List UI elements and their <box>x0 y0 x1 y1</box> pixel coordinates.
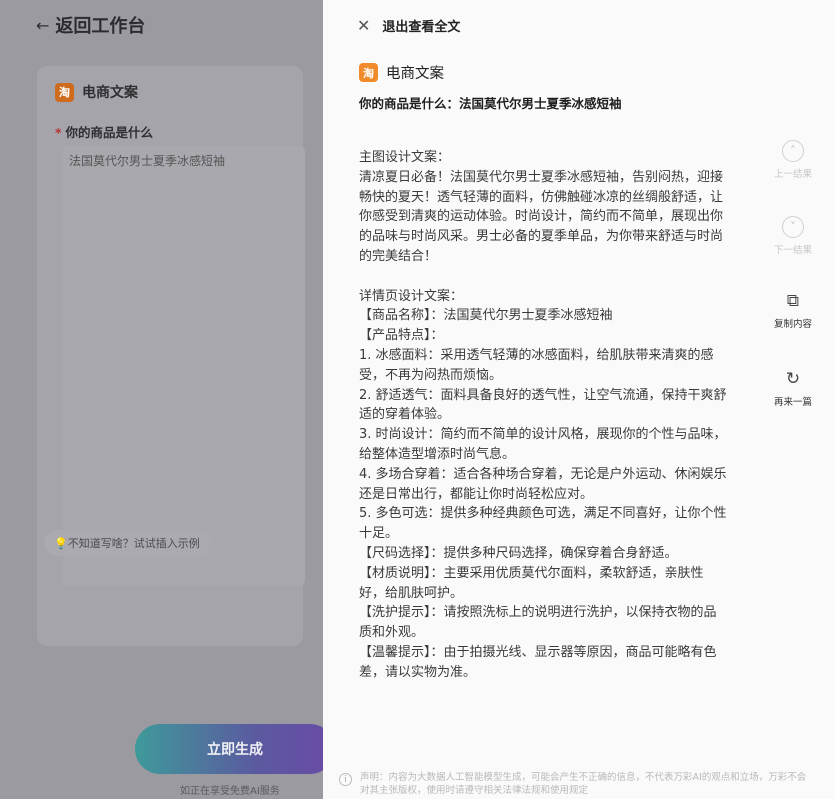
card-header: 淘 电商文案 <box>55 82 138 102</box>
copy-paragraph: 主图设计文案： <box>359 150 451 165</box>
copy-paragraph: 5. 多色可选：提供多种经典颜色可选，满足不同喜好，让你个性十足。 <box>359 506 727 542</box>
chevron-up-icon: ˄ <box>782 140 804 162</box>
form-card: 淘 电商文案 * 你的商品是什么 法国莫代尔男士夏季冰感短袖 <box>37 66 305 646</box>
exit-full-text-label: 退出查看全文 <box>382 20 461 35</box>
arrow-left-icon: ← <box>36 15 50 35</box>
back-to-workbench-button[interactable]: ← 返回工作台 <box>36 12 145 38</box>
card-title: 电商文案 <box>82 85 138 101</box>
back-label: 返回工作台 <box>55 16 146 37</box>
copy-paragraph: 【尺码选择】：提供多种尺码选择，确保穿着合身舒适。 <box>359 545 678 561</box>
disclaimer: i 声明：内容为大数据人工智能模型生成，可能会产生不正确的信息，不代表万彩AI的… <box>339 771 809 797</box>
generated-copy: 主图设计文案： 清凉夏日必备！法国莫代尔男士夏季冰感短袖，告别闷热，迎接畅快的夏天… <box>359 148 729 683</box>
next-result-button[interactable]: ˅ 下一结果 <box>763 216 823 256</box>
chevron-down-icon: ˅ <box>782 216 804 238</box>
copy-paragraph: 【材质说明】：主要采用优质莫代尔面料，柔软舒适，亲肤性好，给肌肤呵护。 <box>359 565 704 601</box>
exit-full-text-button[interactable]: ✕ 退出查看全文 <box>357 16 460 35</box>
copy-paragraph: 【洗护提示】：请按照洗标上的说明进行洗护，以保持衣物的品质和外观。 <box>359 605 717 641</box>
copy-paragraph: 4. 多场合穿着：适合各种场合穿着，无论是户外运动、休闲娱乐还是日常出行，都能让… <box>359 466 727 502</box>
generate-subtext: 如正在享受免费AI服务 <box>180 786 280 797</box>
panel-title: 电商文案 <box>386 66 444 82</box>
previous-result-button[interactable]: ˄ 上一结果 <box>763 140 823 180</box>
workspace-background: ← 返回工作台 淘 电商文案 * 你的商品是什么 法国莫代尔男士夏季冰感短袖 💡不… <box>0 0 323 799</box>
product-input-value: 法国莫代尔男士夏季冰感短袖 <box>69 154 226 168</box>
copy-paragraph: 【温馨提示】：由于拍摄光线、显示器等原因，商品可能略有色差，请以实物为准。 <box>359 644 717 680</box>
copy-paragraph: 详情页设计文案： <box>359 288 464 304</box>
copy-content-button[interactable]: ⧉ 复制内容 <box>763 290 823 330</box>
copy-paragraph: 1. 冰感面料：采用透气轻薄的冰感面料，给肌肤带来清爽的感受，不再为闷热而烦恼。 <box>359 347 714 383</box>
product-field-label: * 你的商品是什么 <box>55 125 154 140</box>
close-icon[interactable]: ✕ <box>357 17 370 34</box>
copy-content-label: 复制内容 <box>773 319 812 330</box>
product-input[interactable]: 法国莫代尔男士夏季冰感短袖 <box>63 146 305 586</box>
next-result-label: 下一结果 <box>773 245 812 256</box>
copy-paragraph: 【产品特点】： <box>359 328 444 344</box>
regenerate-label: 再来一篇 <box>773 397 812 408</box>
copy-paragraph: 清凉夏日必备！法国莫代尔男士夏季冰感短袖，告别闷热，迎接畅快的夏天！透气轻薄的面… <box>359 169 724 264</box>
panel-header: 淘 电商文案 <box>359 62 444 83</box>
copy-icon: ⧉ <box>786 291 800 311</box>
info-icon: i <box>339 773 352 786</box>
copy-paragraph: 3. 时尚设计：简约而不简单的设计风格，展现你的个性与品味，给整体造型增添时尚气… <box>359 427 727 462</box>
taobao-logo-icon: 淘 <box>359 63 378 82</box>
required-marker: * <box>55 125 62 140</box>
product-question: 你的商品是什么：法国莫代尔男士夏季冰感短袖 <box>359 96 622 111</box>
insert-example-hint[interactable]: 💡不知道写啥？试试插入示例 <box>44 530 210 556</box>
regenerate-button[interactable]: ↻ 再来一篇 <box>763 368 823 408</box>
copy-paragraph: 【商品名称】：法国莫代尔男士夏季冰感短袖 <box>359 308 613 324</box>
disclaimer-text: 声明：内容为大数据人工智能模型生成，可能会产生不正确的信息，不代表万彩AI的观点… <box>360 772 807 796</box>
copy-paragraph: 2. 舒适透气：面料具备良好的透气性，让空气流通，保持干爽舒适的穿着体验。 <box>359 387 727 423</box>
full-text-panel: ✕ 退出查看全文 淘 电商文案 你的商品是什么：法国莫代尔男士夏季冰感短袖 主图… <box>323 0 835 799</box>
previous-result-label: 上一结果 <box>773 169 812 180</box>
refresh-icon: ↻ <box>785 369 801 389</box>
generate-button[interactable]: 立即生成 <box>135 724 335 774</box>
taobao-logo-icon: 淘 <box>55 82 74 102</box>
